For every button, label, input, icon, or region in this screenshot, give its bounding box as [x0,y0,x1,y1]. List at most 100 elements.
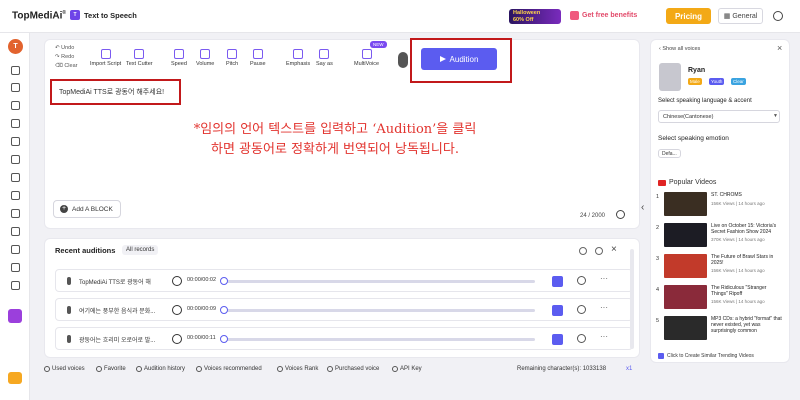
voice-panel: ‹ Show all voices × Ryan Male Youth Clea… [650,39,790,363]
audition-history-link[interactable]: Audition history [136,366,185,372]
remaining-characters: Remaining character(s): 1033138 [517,366,607,372]
microphone-icon[interactable] [398,52,408,68]
document-icon[interactable] [11,281,20,290]
used-voices-link[interactable]: Used voices [44,366,85,372]
emphasis-tool[interactable]: Emphasis [286,40,310,67]
refresh-icon[interactable] [616,210,625,219]
video-tool-icon[interactable] [8,309,22,323]
clone-icon[interactable] [11,191,20,200]
language-select[interactable]: Chinese(Cantonese) [658,110,780,123]
top-bar: TopMediAi® T Text to Speech Halloween 60… [0,0,800,33]
share-icon[interactable] [577,276,586,285]
chat-icon[interactable] [11,119,20,128]
app-logo[interactable]: TopMediAi® [12,10,66,21]
youtube-icon [658,179,666,186]
play-icon[interactable] [172,276,182,286]
close-icon[interactable]: × [777,43,782,53]
avatar[interactable]: T [8,39,23,54]
settings-icon[interactable] [595,247,603,255]
globe-icon[interactable] [773,11,783,21]
download-icon[interactable] [552,334,563,345]
general-button[interactable]: ▦ General [718,8,763,24]
all-records-button[interactable]: All records [122,245,159,255]
pricing-button[interactable]: Pricing [666,8,711,24]
emotion-default-chip[interactable]: Defa... [658,149,681,158]
chevron-left-icon[interactable]: ‹ [641,202,644,213]
music-note-icon[interactable] [11,137,20,146]
text-input[interactable]: TopMediAi TTS로 광동어 해주세요! [59,87,164,97]
home-icon[interactable] [11,66,20,75]
video-item[interactable]: 1 ST. CHROMS 156K Views | 14 hours ago [656,192,784,219]
progress-knob[interactable] [220,306,228,314]
show-all-voices-link[interactable]: ‹ Show all voices [659,46,700,52]
speed-icon [173,49,184,59]
add-block-button[interactable]: + Add A BLOCK [53,200,121,218]
undo-label: Undo [61,45,75,51]
upgrade-icon[interactable] [8,372,22,384]
clear-button[interactable]: ⌫ Clear [55,62,77,71]
gift-icon [570,11,579,20]
pause-tool[interactable]: Pause [250,40,266,67]
pitch-tool[interactable]: Pitch [226,40,238,67]
tool-label: Speed [171,61,187,67]
tts-icon: T [70,10,80,20]
thumbs-up-icon [196,366,202,372]
play-icon[interactable] [172,305,182,315]
video-item[interactable]: 3 The Future of Brawl Stars in 2025! 156… [656,254,784,281]
volume-tool[interactable]: Volume [196,40,214,67]
grid-icon: ▦ [723,13,731,20]
import-script-tool[interactable]: Import Script [90,40,121,67]
voices-recommended-link[interactable]: Voices recommended [196,366,262,372]
more-icon[interactable]: ··· [600,332,608,341]
voices-rank-link[interactable]: Voices Rank [277,366,318,372]
progress-track[interactable] [223,338,535,341]
api-key-label: API Key [400,366,422,372]
help-icon[interactable] [579,247,587,255]
progress-track[interactable] [223,280,535,283]
voice-icon[interactable] [11,83,20,92]
close-icon[interactable]: × [611,244,617,255]
microphone-icon[interactable] [11,155,20,164]
more-icon[interactable]: ··· [600,274,608,283]
download-icon[interactable] [552,305,563,316]
share-icon[interactable] [577,305,586,314]
progress-knob[interactable] [220,335,228,343]
speed-multiplier[interactable]: x1 [626,366,632,372]
product-tab[interactable]: T Text to Speech [70,10,137,20]
instruction-line2: 하면 광동어로 정확하게 번역되어 낭독됩니다. [211,142,459,157]
video-meta: 370K Views | 14 hours ago [711,237,765,242]
text-cutter-tool[interactable]: Text Cutter [126,40,153,67]
scrollbar[interactable] [630,249,634,349]
progress-knob[interactable] [220,277,228,285]
download-icon[interactable] [552,276,563,287]
progress-track[interactable] [223,309,535,312]
api-key-link[interactable]: API Key [392,366,422,372]
share-icon[interactable] [577,334,586,343]
target-icon[interactable] [11,263,20,272]
purchased-voice-link[interactable]: Purchased voice [327,366,379,372]
video-item[interactable]: 2 Live on October 15: Victoria's Secret … [656,223,784,250]
chevron-down-icon: ▼ [773,113,778,119]
favorite-link[interactable]: Favorite [96,366,126,372]
redo-button[interactable]: ↷ Redo [55,53,77,62]
row-time: 00:00/00:09 [187,306,217,312]
pen-icon[interactable] [11,173,20,182]
halloween-promo-banner[interactable]: Halloween 60% Off [509,9,561,24]
song-icon[interactable] [11,227,20,236]
pitch-icon [227,49,238,59]
cover-icon[interactable] [11,245,20,254]
free-benefits-link[interactable]: Get free benefits [570,11,637,20]
folder-icon[interactable] [11,101,20,110]
say-as-tool[interactable]: Say as [316,40,333,67]
create-similar-videos-link[interactable]: Click to Create Similar Trending Videos [658,353,754,359]
earth-icon[interactable] [11,209,20,218]
row-text: TopMediAi TTS로 광동어 해 [79,280,151,286]
video-item[interactable]: 4 The Ridiculous "Stranger Things" Ripof… [656,285,784,312]
speed-tool[interactable]: Speed [171,40,187,67]
key-icon [392,366,398,372]
video-item[interactable]: 5 MP3 CDs: a hybrid "format" that never … [656,316,784,343]
undo-button[interactable]: ↶ Undo [55,44,77,53]
audition-button[interactable]: Audition [421,48,497,70]
more-icon[interactable]: ··· [600,303,608,312]
play-icon[interactable] [172,334,182,344]
